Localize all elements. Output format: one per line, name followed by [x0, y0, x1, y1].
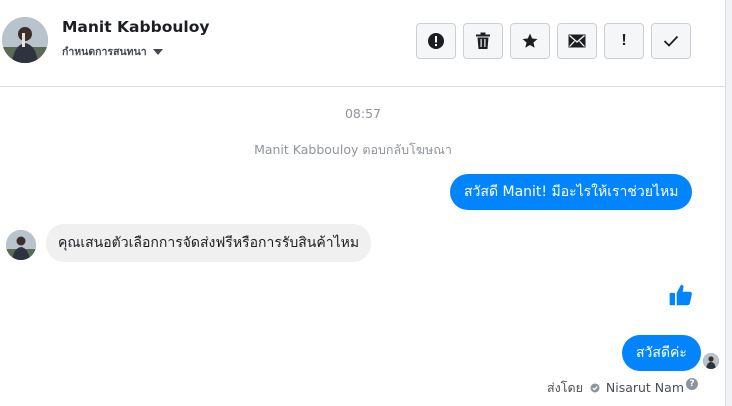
done-button[interactable]	[651, 23, 691, 59]
outgoing-message-bubble[interactable]: สวัสดี Manit! มีอะไรให้เราช่วยไหม	[450, 174, 693, 210]
conversation-settings-dropdown[interactable]: กำหนดการสนทนา	[62, 43, 163, 60]
priority-button[interactable]: !	[604, 23, 644, 59]
outgoing-message-bubble[interactable]: สวัสดีค่ะ	[622, 335, 701, 371]
delete-button[interactable]	[463, 23, 503, 59]
conversation-settings-label: กำหนดการสนทนา	[62, 46, 147, 58]
conversation-toolbar: !	[416, 23, 691, 59]
thumbs-up-icon[interactable]	[668, 282, 694, 312]
verified-icon	[590, 383, 600, 393]
caret-down-icon	[152, 48, 163, 55]
star-button[interactable]	[510, 23, 550, 59]
alert-circle-icon	[428, 33, 444, 49]
mark-unread-button[interactable]	[557, 23, 597, 59]
envelope-icon	[568, 34, 586, 48]
contact-avatar-small	[6, 230, 36, 260]
sender-name[interactable]: Nisarut Nam	[606, 380, 684, 395]
help-icon[interactable]: ?	[686, 378, 698, 390]
message-timestamp: 08:57	[344, 106, 382, 121]
exclamation-icon: !	[621, 32, 627, 49]
conversation-header: Manit Kabbouloy กำหนดการสนทนา !	[0, 0, 726, 87]
panel-divider	[725, 0, 732, 406]
trash-icon	[476, 32, 490, 49]
contact-name[interactable]: Manit Kabbouloy	[62, 18, 209, 36]
system-message: Manit Kabbouloy ตอบกลับโฆษณา	[254, 142, 452, 157]
sent-by-row: ส่งโดย Nisarut Nam	[0, 378, 684, 398]
star-icon	[522, 33, 538, 48]
read-receipt-avatar	[703, 353, 719, 369]
spam-button[interactable]	[416, 23, 456, 59]
contact-avatar[interactable]	[2, 17, 48, 63]
sent-by-label: ส่งโดย	[547, 380, 583, 395]
checkmark-icon	[663, 35, 679, 47]
incoming-message-bubble[interactable]: คุณเสนอตัวเลือกการจัดส่งฟรีหรือการรับสิน…	[46, 224, 372, 262]
